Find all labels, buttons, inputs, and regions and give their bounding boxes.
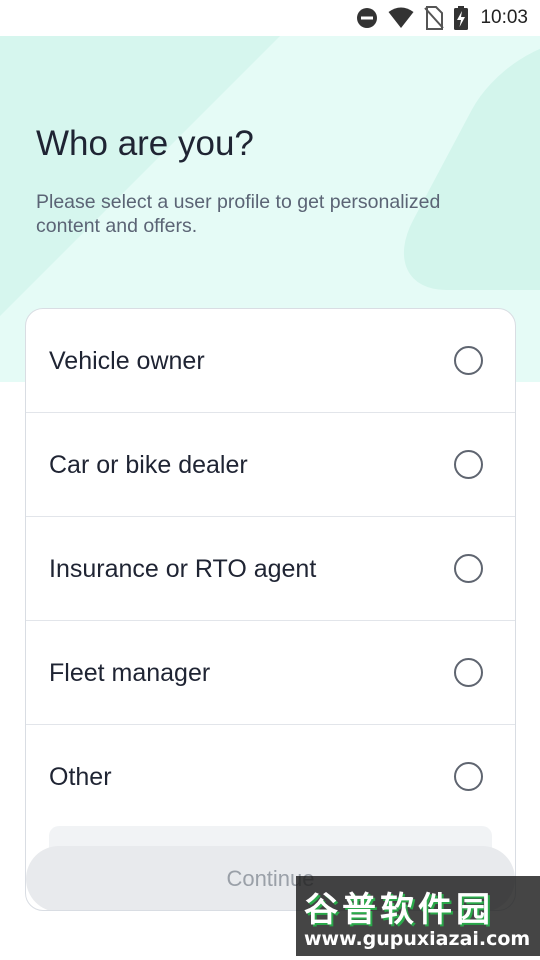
watermark-title: 谷普软件园 (304, 890, 494, 930)
option-label: Insurance or RTO agent (49, 555, 317, 583)
option-fleet-manager[interactable]: Fleet manager (26, 621, 515, 725)
status-bar: 10:03 (0, 0, 540, 36)
option-label: Other (49, 763, 112, 791)
option-label: Car or bike dealer (49, 451, 248, 479)
radio-button[interactable] (454, 346, 483, 375)
radio-button[interactable] (454, 450, 483, 479)
page-title: Who are you? (36, 124, 254, 163)
option-insurance-or-rto-agent[interactable]: Insurance or RTO agent (26, 517, 515, 621)
decor-shape-right (376, 40, 540, 290)
option-label: Vehicle owner (49, 347, 205, 375)
option-car-or-bike-dealer[interactable]: Car or bike dealer (26, 413, 515, 517)
option-vehicle-owner[interactable]: Vehicle owner (26, 309, 515, 413)
radio-button[interactable] (454, 762, 483, 791)
page-subtitle: Please select a user profile to get pers… (36, 191, 441, 237)
battery-charging-icon (454, 6, 469, 30)
wifi-icon (388, 7, 414, 29)
decor-shape-left (0, 36, 280, 316)
watermark: 谷普软件园 www.gupuxiazai.com (296, 876, 540, 956)
radio-button[interactable] (454, 554, 483, 583)
watermark-url: www.gupuxiazai.com (304, 928, 531, 950)
option-label: Fleet manager (49, 659, 211, 687)
radio-button[interactable] (454, 658, 483, 687)
do-not-disturb-icon (356, 7, 378, 29)
status-time: 10:03 (480, 7, 528, 28)
option-other[interactable]: Other (26, 725, 515, 829)
no-sim-icon (424, 6, 445, 30)
profile-options-card: Vehicle owner Car or bike dealer Insuran… (25, 308, 516, 911)
